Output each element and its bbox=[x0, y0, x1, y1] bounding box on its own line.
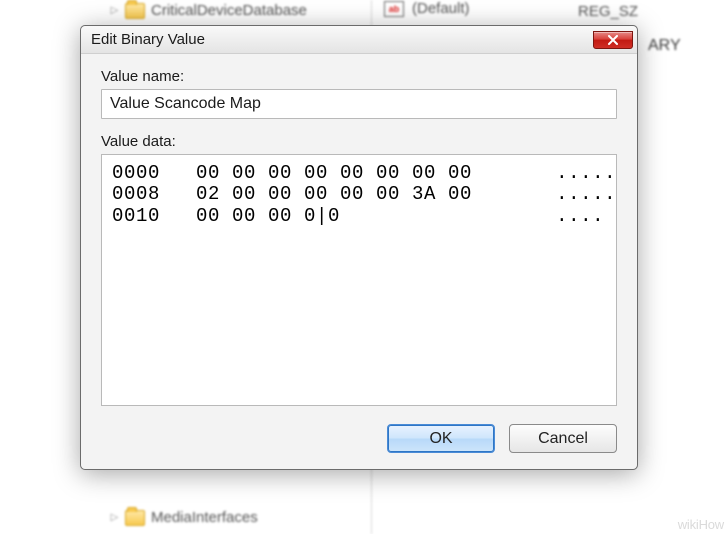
expand-icon: ▷ bbox=[110, 513, 119, 522]
dialog-titlebar: Edit Binary Value bbox=[81, 26, 637, 54]
folder-icon bbox=[125, 510, 145, 526]
dialog-title: Edit Binary Value bbox=[91, 31, 593, 48]
registry-value-name: (Default) bbox=[412, 0, 470, 17]
tree-item-label: CriticalDeviceDatabase bbox=[151, 2, 307, 19]
tree-item-label: MediaInterfaces bbox=[151, 509, 258, 526]
folder-icon bbox=[125, 3, 145, 19]
value-name-input[interactable] bbox=[101, 89, 617, 119]
cancel-button[interactable]: Cancel bbox=[509, 424, 617, 453]
registry-value-type-partial: ARY bbox=[648, 37, 681, 55]
dialog-button-row: OK Cancel bbox=[101, 424, 617, 453]
tree-row: ▷ MediaInterfaces bbox=[0, 507, 371, 528]
edit-binary-value-dialog: Edit Binary Value Value name: Value data… bbox=[80, 25, 638, 470]
watermark: wikiHow bbox=[678, 517, 724, 532]
dialog-body: Value name: Value data: 0000 00 00 00 00… bbox=[81, 54, 637, 469]
ok-button[interactable]: OK bbox=[387, 424, 495, 453]
value-name-label: Value name: bbox=[101, 68, 617, 85]
registry-value-type: REG_SZ bbox=[578, 3, 638, 20]
value-data-hex-editor[interactable]: 0000 00 00 00 00 00 00 00 00 ........ 00… bbox=[101, 154, 617, 406]
string-value-icon: ab bbox=[384, 1, 404, 17]
close-icon bbox=[607, 35, 619, 45]
tree-row: ▷ CriticalDeviceDatabase bbox=[0, 0, 371, 21]
value-data-label: Value data: bbox=[101, 133, 617, 150]
expand-icon: ▷ bbox=[110, 6, 119, 15]
registry-value-row: ab (Default) bbox=[384, 0, 470, 17]
close-button[interactable] bbox=[593, 31, 633, 49]
